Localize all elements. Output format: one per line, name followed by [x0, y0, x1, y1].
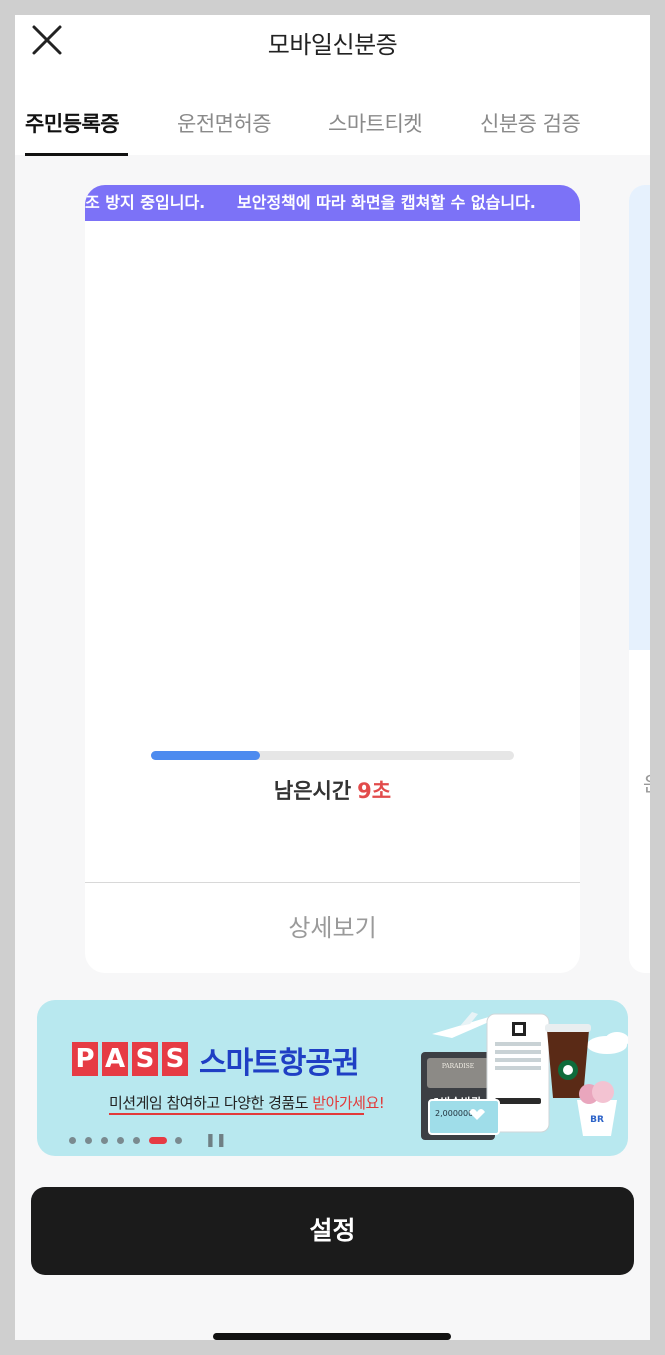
progress-fill [151, 751, 260, 760]
active-tab-indicator [25, 153, 128, 156]
tab-driver-license[interactable]: 운전면허증 [177, 108, 272, 138]
svg-text:BR: BR [590, 1115, 604, 1125]
pagination-dot[interactable] [117, 1137, 124, 1144]
tab-resident-card[interactable]: 주민등록증 [25, 108, 120, 138]
pagination-dot[interactable] [101, 1137, 108, 1144]
pagination-dot[interactable] [133, 1137, 140, 1144]
ad-banner[interactable]: P A S S 스마트항공권 미션게임 참여하고 다양한 경품도 받아가세요! … [37, 1000, 628, 1156]
pass-logo-letter: S [162, 1042, 188, 1076]
home-indicator [213, 1333, 451, 1340]
settings-button[interactable]: 설정 [31, 1187, 634, 1275]
remaining-time-progress [151, 751, 514, 760]
hotel-brand-text: PARADISE [442, 1063, 474, 1070]
ad-illustration: PARADISE 1박숙박권 2,000000 BR [421, 1012, 628, 1140]
next-card-peek[interactable]: 운 [629, 185, 650, 973]
id-card: 조 방지 중입니다. 보안정책에 따라 화면을 캡쳐할 수 없습니다. 남은시간… [85, 185, 580, 973]
ad-subtitle: 미션게임 참여하고 다양한 경품도 받아가세요! [109, 1092, 385, 1113]
cloud-icon [605, 1032, 628, 1048]
pagination-dot[interactable] [69, 1137, 76, 1144]
ad-subtitle-highlight: 받아가세요! [312, 1094, 385, 1112]
gift-card-amount: 2,000000 [435, 1109, 473, 1118]
pagination-dot[interactable] [85, 1137, 92, 1144]
capture-block-banner: 조 방지 중입니다. 보안정책에 따라 화면을 캡쳐할 수 없습니다. [85, 185, 580, 221]
page-title: 모바일신분증 [267, 31, 398, 59]
banner-text-1: 조 방지 중입니다. [85, 193, 206, 212]
ad-subtitle-prefix: 미션게임 참여하고 다양한 경품도 [109, 1094, 313, 1112]
next-card-peek-top [629, 185, 650, 650]
next-card-peek-label: 운 [643, 768, 650, 797]
remaining-time: 남은시간 9초 [85, 775, 580, 805]
pass-logo-letter: A [102, 1042, 128, 1076]
pagination-dot[interactable] [149, 1137, 167, 1144]
tab-id-verification[interactable]: 신분증 검증 [480, 108, 581, 138]
app-screen: 모바일신분증 주민등록증 운전면허증 스마트티켓 신분증 검증 조 방지 중입니… [15, 15, 650, 1340]
ad-title: 스마트항공권 [199, 1046, 360, 1081]
pagination-dot[interactable] [175, 1137, 182, 1144]
pass-logo-letter: P [72, 1042, 98, 1076]
pass-logo-letter: S [132, 1042, 158, 1076]
banner-text-2: 보안정책에 따라 화면을 캡쳐할 수 없습니다. [237, 193, 536, 212]
tab-bar: 주민등록증 운전면허증 스마트티켓 신분증 검증 [15, 75, 650, 156]
remaining-time-value: 9초 [357, 779, 392, 803]
detail-button[interactable]: 상세보기 [85, 883, 580, 973]
header: 모바일신분증 [15, 15, 650, 75]
tab-smart-ticket[interactable]: 스마트티켓 [328, 108, 423, 138]
pause-icon[interactable]: ❚❚ [205, 1133, 227, 1148]
ad-subtitle-underline [109, 1113, 364, 1115]
remaining-time-label: 남은시간 [273, 779, 352, 803]
